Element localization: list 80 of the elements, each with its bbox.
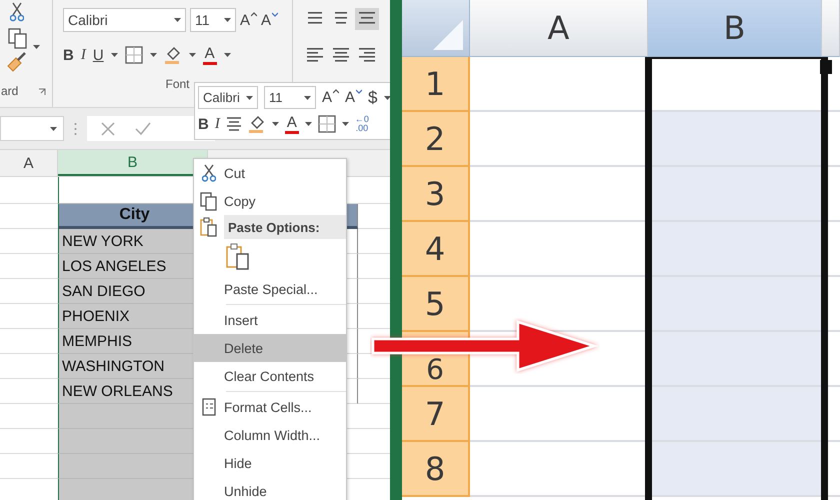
row-header[interactable]: 5 — [402, 277, 470, 332]
row-header[interactable]: 4 — [402, 222, 470, 277]
copy-icon — [200, 192, 218, 210]
decrease-decimal-button[interactable]: ←0 .00 — [354, 115, 369, 133]
borders-icon[interactable] — [318, 115, 336, 133]
font-size-field[interactable]: 11 — [190, 8, 236, 32]
font-name-field[interactable]: Calibri — [63, 8, 186, 32]
fill-color-icon[interactable] — [248, 114, 266, 134]
column-header[interactable]: B — [58, 150, 208, 176]
caret-icon[interactable] — [304, 96, 311, 100]
align-icon — [357, 47, 377, 63]
caret-icon[interactable] — [224, 18, 231, 22]
clipboard-icon — [200, 217, 218, 237]
shrink-font-button[interactable]: A — [345, 89, 362, 106]
font-color-button[interactable]: A — [202, 45, 217, 65]
grow-font-button[interactable]: A — [322, 89, 340, 106]
caret-icon[interactable] — [174, 18, 181, 22]
row-header[interactable]: 2 — [402, 112, 470, 167]
grow-font-button[interactable]: A — [240, 12, 258, 28]
caret-icon[interactable] — [150, 53, 157, 57]
caret-icon[interactable] — [110, 53, 118, 57]
row-header[interactable]: 7 — [402, 387, 470, 442]
menu-item[interactable]: Format Cells... — [194, 393, 346, 421]
corner-triangle-icon — [433, 20, 463, 50]
caret-icon[interactable] — [224, 53, 231, 57]
caret-icon[interactable] — [342, 122, 349, 126]
caret-icon — [272, 12, 278, 16]
currency-button[interactable]: $ — [368, 88, 378, 108]
menu-item[interactable]: Column Width... — [194, 421, 346, 449]
dialog-launcher-icon[interactable] — [38, 88, 46, 96]
group-label: Font — [165, 77, 190, 91]
scissors-icon[interactable] — [10, 2, 24, 22]
caret-icon[interactable] — [272, 122, 279, 126]
more-icon — [74, 122, 77, 136]
align-button[interactable] — [355, 8, 379, 30]
align-icon — [305, 47, 325, 63]
caret-icon — [356, 89, 362, 94]
menu-item[interactable]: Cut — [194, 159, 346, 187]
italic-button[interactable]: I — [214, 116, 220, 132]
caret-icon[interactable] — [188, 53, 196, 57]
borders-icon[interactable] — [124, 46, 143, 64]
italic-button[interactable]: I — [80, 46, 86, 64]
shrink-font-button[interactable]: A — [261, 12, 278, 28]
caret-icon — [251, 12, 258, 16]
menu-item[interactable]: Unhide — [194, 477, 346, 500]
row-header[interactable]: 8 — [402, 442, 470, 497]
font-size-field[interactable]: 11 — [264, 86, 316, 109]
menu-item[interactable]: Clear Contents — [194, 362, 346, 393]
format-cells-icon — [202, 398, 216, 416]
caret-icon[interactable] — [50, 126, 57, 130]
font-name-field[interactable]: Calibri — [198, 86, 258, 109]
paste-icon[interactable] — [226, 243, 250, 271]
menu-item[interactable]: Copy — [194, 187, 346, 215]
row-header[interactable]: 1 — [402, 57, 470, 112]
caret-icon[interactable] — [304, 122, 312, 126]
fill-color-icon[interactable] — [164, 45, 182, 65]
caret-icon[interactable] — [246, 96, 253, 100]
bold-button[interactable]: B — [198, 116, 209, 132]
group-label: ard — [1, 84, 18, 98]
caret-icon[interactable] — [384, 96, 390, 100]
caret-icon[interactable] — [33, 45, 40, 49]
menu-item[interactable]: Paste Special... — [194, 275, 346, 306]
menu-section-header: Paste Options: — [224, 215, 346, 239]
check-icon[interactable] — [135, 122, 151, 136]
copy-icon[interactable] — [8, 28, 28, 49]
fill-handle[interactable] — [820, 60, 832, 74]
underline-button[interactable]: U — [92, 46, 104, 64]
menu-item[interactable]: Delete — [194, 334, 346, 362]
menu-item[interactable]: Hide — [194, 449, 346, 477]
column-header[interactable]: A — [470, 0, 648, 57]
scissors-icon — [202, 164, 216, 182]
center-align-icon[interactable] — [226, 116, 242, 132]
menu-item[interactable]: Insert — [194, 306, 346, 334]
font-color-button[interactable]: A — [284, 114, 299, 134]
row-header[interactable]: 3 — [402, 167, 470, 222]
align-icon — [331, 47, 351, 63]
bold-button[interactable]: B — [63, 46, 74, 64]
column-header[interactable]: B — [648, 0, 822, 57]
caret-icon — [333, 89, 340, 94]
brush-icon[interactable] — [6, 52, 28, 72]
